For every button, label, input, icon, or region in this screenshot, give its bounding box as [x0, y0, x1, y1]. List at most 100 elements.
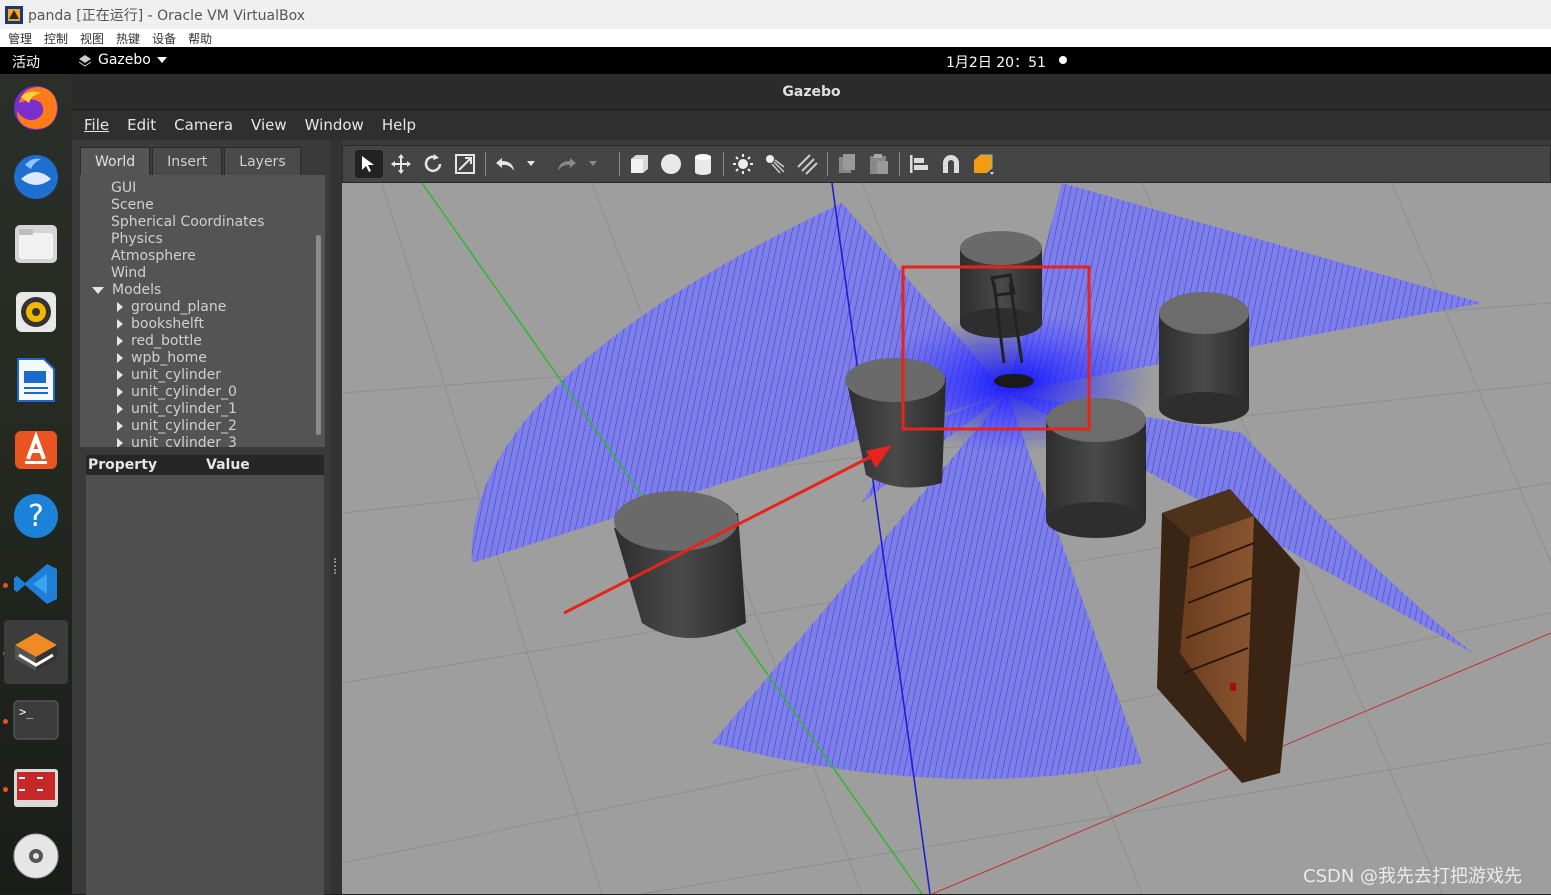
expand-right-icon[interactable] — [117, 319, 123, 329]
menu-file[interactable]: File — [84, 116, 109, 134]
tree-item-model[interactable]: unit_cylinder — [117, 367, 221, 384]
tab-insert[interactable]: Insert — [152, 147, 223, 175]
tree-item-gui[interactable]: GUI — [111, 180, 136, 197]
menu-camera[interactable]: Camera — [174, 116, 233, 134]
menu-view[interactable]: View — [251, 116, 287, 134]
notification-dot-icon — [1059, 56, 1067, 64]
model-label: unit_cylinder_0 — [131, 384, 237, 400]
dock-gazebo[interactable] — [4, 620, 68, 684]
tree-item-models[interactable]: Models — [92, 282, 161, 299]
paste-icon[interactable] — [865, 150, 893, 178]
tree-item-model[interactable]: ground_plane — [117, 299, 226, 316]
cylinder-top — [960, 231, 1042, 338]
vbox-menu-manage[interactable]: 管理 — [8, 30, 32, 47]
select-arrow-icon[interactable] — [355, 150, 383, 178]
activities-button[interactable]: 活动 — [12, 52, 40, 72]
value-column-header[interactable]: Value — [206, 455, 250, 475]
tree-item-model[interactable]: unit_cylinder_2 — [117, 418, 237, 435]
dock-dvd[interactable] — [10, 830, 62, 882]
dock-software[interactable] — [10, 422, 62, 474]
model-label: unit_cylinder — [131, 367, 222, 383]
tree-item-model[interactable]: unit_cylinder_0 — [117, 384, 237, 401]
expand-right-icon[interactable] — [117, 404, 123, 414]
tree-item-model[interactable]: unit_cylinder_1 — [117, 401, 237, 418]
model-label: wpb_home — [131, 350, 207, 366]
property-column-header[interactable]: Property — [88, 455, 157, 475]
model-label: unit_cylinder_2 — [131, 418, 237, 434]
align-icon[interactable] — [905, 150, 933, 178]
model-label: red_bottle — [131, 333, 202, 349]
menu-help[interactable]: Help — [382, 116, 416, 134]
orange-box-icon[interactable] — [971, 150, 999, 178]
dock-terminal-red[interactable] — [10, 762, 62, 814]
vbox-menu-view[interactable]: 视图 — [80, 30, 104, 47]
expand-down-icon[interactable] — [92, 286, 104, 294]
scale-icon[interactable] — [451, 150, 479, 178]
tree-item-model[interactable]: red_bottle — [117, 333, 202, 350]
render-toolbar — [342, 145, 1551, 183]
expand-right-icon[interactable] — [117, 421, 123, 431]
property-table — [86, 475, 324, 895]
magnet-snap-icon[interactable] — [937, 150, 965, 178]
undo-icon[interactable] — [491, 150, 519, 178]
vbox-menu-help[interactable]: 帮助 — [188, 30, 212, 47]
box-shape-icon[interactable] — [625, 150, 653, 178]
dock-help[interactable]: ? — [10, 490, 62, 542]
dock-writer[interactable] — [10, 354, 62, 406]
tree-item-spherical-coordinates[interactable]: Spherical Coordinates — [111, 214, 265, 231]
vbox-menu-hotkeys[interactable]: 热键 — [116, 30, 140, 47]
redo-icon[interactable] — [553, 150, 581, 178]
tree-item-model[interactable]: bookshelft — [117, 316, 204, 333]
viewport-container — [342, 145, 1551, 894]
undo-dropdown-icon[interactable] — [523, 150, 539, 178]
spot-light-icon[interactable] — [761, 150, 789, 178]
dock-thunderbird[interactable] — [10, 150, 62, 202]
expand-right-icon[interactable] — [117, 387, 123, 397]
vscode-icon — [14, 564, 57, 604]
rotate-icon[interactable] — [419, 150, 447, 178]
help-icon: ? — [14, 494, 58, 538]
thunderbird-icon — [14, 155, 58, 199]
tree-item-model[interactable]: wpb_home — [117, 350, 207, 367]
firefox-icon — [14, 86, 58, 130]
vbox-menu-devices[interactable]: 设备 — [152, 30, 176, 47]
tree-item-wind[interactable]: Wind — [111, 265, 146, 282]
redo-dropdown-icon[interactable] — [585, 150, 601, 178]
cylinder-center — [1046, 398, 1146, 538]
window-title: panda [正在运行] - Oracle VM VirtualBox — [28, 7, 306, 24]
dock-files[interactable] — [10, 218, 62, 270]
tree-item-model[interactable]: unit_cylinder_3 — [117, 435, 237, 447]
left-panel: World Insert Layers GUI Scene Spherical … — [80, 145, 333, 895]
cylinder-shape-icon[interactable] — [689, 150, 717, 178]
vbox-menu-control[interactable]: 控制 — [44, 30, 68, 47]
dock-rhythmbox[interactable] — [10, 286, 62, 338]
tree-item-physics[interactable]: Physics — [111, 231, 163, 248]
clock[interactable]: 1月2日 20：51 — [946, 52, 1046, 72]
menu-edit[interactable]: Edit — [127, 116, 156, 134]
tree-item-atmosphere[interactable]: Atmosphere — [111, 248, 196, 265]
expand-right-icon[interactable] — [117, 353, 123, 363]
menu-window[interactable]: Window — [305, 116, 364, 134]
sphere-shape-icon[interactable] — [657, 150, 685, 178]
dock-firefox[interactable] — [10, 82, 62, 134]
tree-item-scene[interactable]: Scene — [111, 197, 154, 214]
property-table-header: Property Value — [86, 455, 324, 475]
expand-right-icon[interactable] — [117, 302, 123, 312]
tree-scrollbar[interactable] — [316, 235, 321, 435]
expand-right-icon[interactable] — [117, 438, 123, 447]
app-menu[interactable]: Gazebo — [78, 52, 167, 68]
panel-splitter[interactable] — [330, 140, 342, 894]
expand-right-icon[interactable] — [117, 336, 123, 346]
directional-light-icon[interactable] — [793, 150, 821, 178]
dock-terminal[interactable]: >_ — [10, 694, 62, 746]
copy-icon[interactable] — [833, 150, 861, 178]
tab-layers[interactable]: Layers — [224, 147, 301, 175]
translate-icon[interactable] — [387, 150, 415, 178]
virtualbox-icon — [5, 5, 23, 24]
files-icon — [15, 225, 57, 263]
dock-vscode[interactable] — [10, 558, 62, 610]
tab-world[interactable]: World — [80, 147, 151, 175]
expand-right-icon[interactable] — [117, 370, 123, 380]
3d-viewport[interactable] — [342, 183, 1551, 894]
point-light-icon[interactable] — [729, 150, 757, 178]
